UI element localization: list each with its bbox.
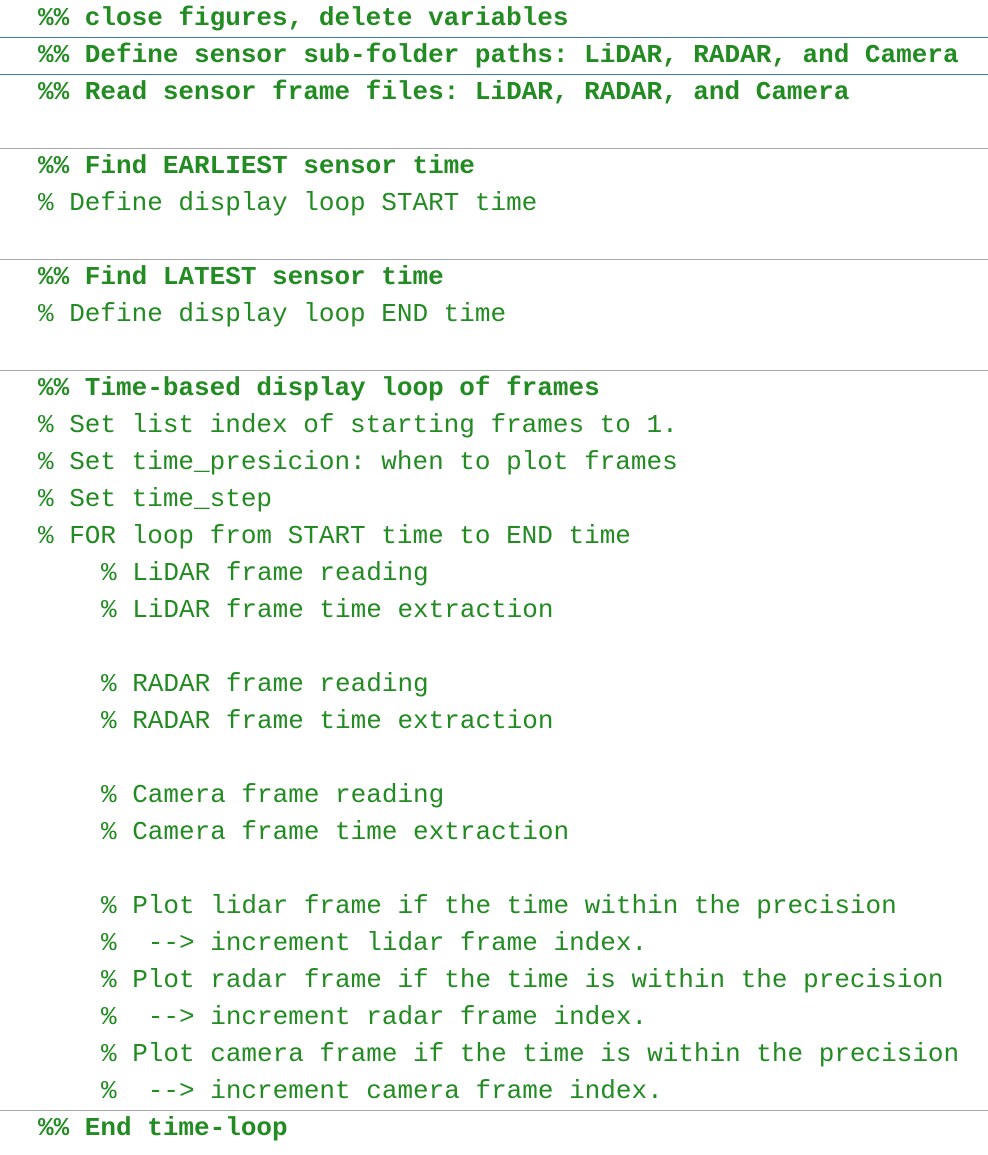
- section-display-loop[interactable]: %% Time-based display loop of frames: [0, 370, 988, 407]
- section-divider: [0, 148, 988, 149]
- section-find-earliest[interactable]: %% Find EARLIEST sensor time: [0, 148, 988, 185]
- comment-line[interactable]: % --> increment lidar frame index.: [0, 925, 988, 962]
- comment-line[interactable]: % Plot lidar frame if the time within th…: [0, 888, 988, 925]
- comment-line[interactable]: % Set time_presicion: when to plot frame…: [0, 444, 988, 481]
- comment-line[interactable]: % --> increment camera frame index.: [0, 1073, 988, 1110]
- comment-line[interactable]: % LiDAR frame reading: [0, 555, 988, 592]
- comment-line[interactable]: % RADAR frame time extraction: [0, 703, 988, 740]
- section-divider: [0, 74, 988, 75]
- section-divider: [0, 370, 988, 371]
- section-divider: [0, 37, 988, 38]
- comment-line[interactable]: % Plot camera frame if the time is withi…: [0, 1036, 988, 1073]
- section-find-latest[interactable]: %% Find LATEST sensor time: [0, 259, 988, 296]
- section-divider: [0, 1110, 988, 1111]
- comment-line[interactable]: % FOR loop from START time to END time: [0, 518, 988, 555]
- comment-line[interactable]: % Camera frame time extraction: [0, 814, 988, 851]
- comment-line[interactable]: % Set time_step: [0, 481, 988, 518]
- code-editor[interactable]: %% close figures, delete variables %% De…: [0, 0, 988, 1155]
- comment-line[interactable]: % RADAR frame reading: [0, 666, 988, 703]
- comment-line[interactable]: % LiDAR frame time extraction: [0, 592, 988, 629]
- comment-line[interactable]: % Plot radar frame if the time is within…: [0, 962, 988, 999]
- comment-line[interactable]: % Define display loop END time: [0, 296, 988, 333]
- section-define-paths[interactable]: %% Define sensor sub-folder paths: LiDAR…: [0, 37, 988, 74]
- comment-line[interactable]: % Camera frame reading: [0, 777, 988, 814]
- section-read-files[interactable]: %% Read sensor frame files: LiDAR, RADAR…: [0, 74, 988, 111]
- comment-line[interactable]: % --> increment radar frame index.: [0, 999, 988, 1036]
- comment-line[interactable]: % Set list index of starting frames to 1…: [0, 407, 988, 444]
- section-divider: [0, 259, 988, 260]
- comment-line[interactable]: % Define display loop START time: [0, 185, 988, 222]
- section-end-loop[interactable]: %% End time-loop: [0, 1110, 988, 1147]
- section-close-figures[interactable]: %% close figures, delete variables: [0, 0, 988, 37]
